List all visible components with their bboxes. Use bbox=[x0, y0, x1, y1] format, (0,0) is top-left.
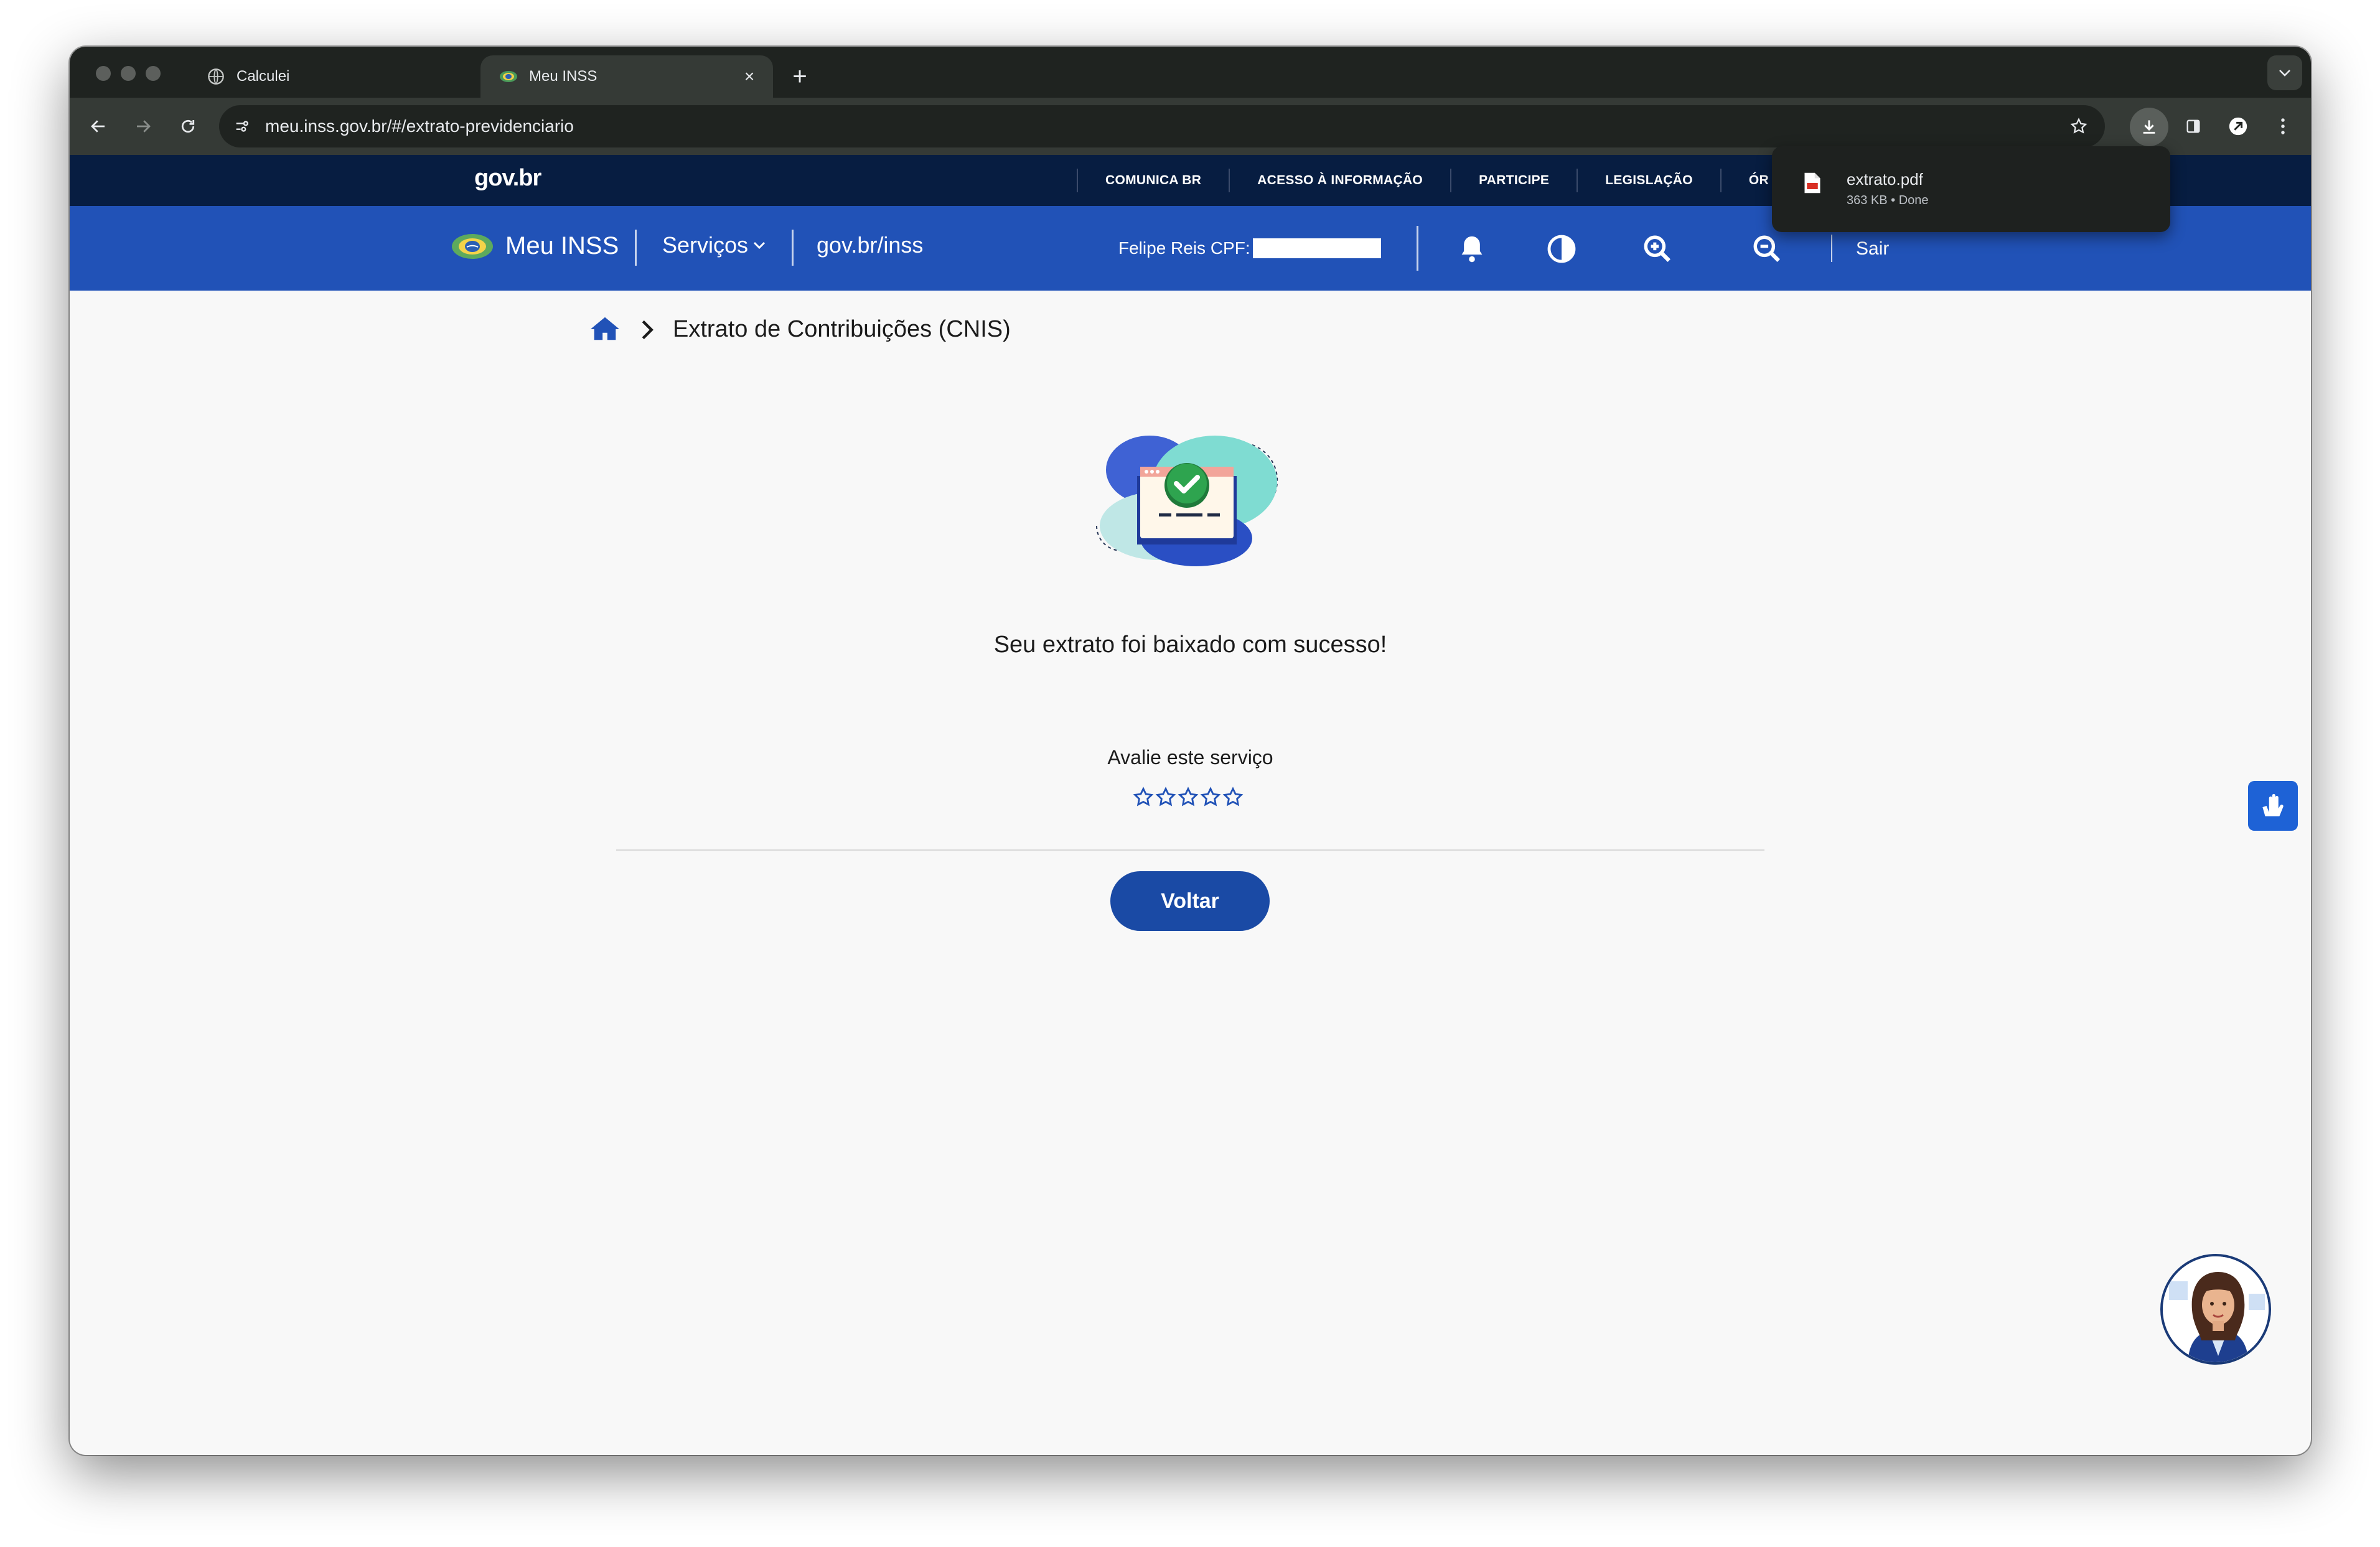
vlibras-button[interactable] bbox=[2248, 781, 2298, 831]
arrow-left-icon bbox=[91, 120, 105, 133]
download-bubble[interactable]: extrato.pdf 363 KB • Done bbox=[1772, 146, 2170, 232]
tab-title: Calculei bbox=[237, 68, 290, 85]
site-settings-icon[interactable] bbox=[228, 112, 256, 141]
tab-title: Meu INSS bbox=[529, 68, 597, 85]
tab-close-icon[interactable]: × bbox=[738, 65, 761, 88]
arrow-right-icon bbox=[137, 120, 151, 133]
servicos-menu[interactable]: Serviços bbox=[662, 232, 767, 258]
star-icon[interactable] bbox=[1155, 786, 1177, 808]
rating-label: Avalie este serviço bbox=[1107, 746, 1273, 769]
tab-search-button[interactable] bbox=[2267, 55, 2302, 90]
window-zoom-control[interactable] bbox=[146, 66, 161, 81]
rating-stars bbox=[1132, 786, 1244, 808]
inss-title[interactable]: Meu INSS bbox=[505, 232, 619, 260]
divider bbox=[1417, 226, 1418, 271]
contrast-button[interactable] bbox=[1540, 227, 1583, 271]
breadcrumb: Extrato de Contribuições (CNIS) bbox=[589, 314, 1011, 345]
sign-language-hands-icon bbox=[2262, 793, 2284, 816]
govbr-logo[interactable]: gov.br bbox=[474, 165, 541, 192]
user-name-cpf-label: Felipe Reis CPF: bbox=[1118, 238, 1250, 258]
bell-icon bbox=[1461, 236, 1483, 263]
window-close-control[interactable] bbox=[96, 66, 111, 81]
zoom-out-button[interactable] bbox=[1745, 227, 1789, 271]
content-divider bbox=[616, 849, 1764, 851]
virtual-assistant-avatar[interactable] bbox=[2160, 1254, 2271, 1365]
contrast-icon bbox=[1547, 235, 1576, 263]
reload-icon bbox=[181, 119, 195, 133]
tab-meu-inss[interactable]: Meu INSS × bbox=[480, 55, 773, 98]
notifications-button[interactable] bbox=[1450, 227, 1494, 271]
browser-menu-button[interactable] bbox=[2265, 109, 2300, 144]
kebab-menu-icon bbox=[2281, 118, 2285, 134]
inss-favicon-icon bbox=[499, 67, 518, 86]
reload-button[interactable] bbox=[171, 109, 205, 144]
zoom-in-button[interactable] bbox=[1636, 227, 1679, 271]
divider bbox=[1831, 235, 1832, 262]
divider bbox=[792, 230, 794, 266]
govbr-links: COMUNICA BR ACESSO À INFORMAÇÃO PARTICIP… bbox=[1077, 155, 1796, 206]
govbr-link-participe[interactable]: PARTICIPE bbox=[1451, 173, 1577, 188]
logout-link[interactable]: Sair bbox=[1856, 238, 1889, 259]
browser-window: Calculei × Meu INSS × + me bbox=[70, 47, 2311, 1455]
govbr-link-acesso-informacao[interactable]: ACESSO À INFORMAÇÃO bbox=[1230, 173, 1450, 188]
profile-button[interactable] bbox=[2221, 109, 2256, 144]
back-voltar-button[interactable]: Voltar bbox=[1110, 871, 1270, 931]
chevron-down-icon bbox=[2279, 70, 2290, 77]
star-icon[interactable] bbox=[1132, 786, 1155, 808]
govbr-link-comunica-br[interactable]: COMUNICA BR bbox=[1078, 173, 1229, 188]
profile-avatar-icon bbox=[2229, 117, 2247, 136]
downloads-button[interactable] bbox=[2130, 108, 2168, 146]
forward-button[interactable] bbox=[126, 109, 161, 144]
new-tab-button[interactable]: + bbox=[782, 59, 817, 94]
star-icon[interactable] bbox=[1199, 786, 1222, 808]
govbr-inss-link[interactable]: gov.br/inss bbox=[817, 232, 923, 258]
star-icon[interactable] bbox=[1222, 786, 1244, 808]
tab-strip: Calculei × Meu INSS × + bbox=[70, 47, 2311, 98]
bookmark-star-icon[interactable] bbox=[2061, 109, 2096, 144]
download-filename: extrato.pdf bbox=[1847, 170, 1923, 189]
divider bbox=[635, 230, 637, 266]
download-status: 363 KB • Done bbox=[1847, 194, 1929, 207]
user-info: Felipe Reis CPF: bbox=[1118, 238, 1381, 258]
star-icon[interactable] bbox=[1177, 786, 1199, 808]
pdf-file-icon bbox=[1803, 171, 1822, 198]
download-icon bbox=[2143, 120, 2155, 134]
cpf-redacted-box bbox=[1252, 238, 1381, 258]
address-bar[interactable]: meu.inss.gov.br/#/extrato-previdenciario bbox=[219, 105, 2105, 147]
servicos-label: Serviços bbox=[662, 232, 749, 258]
chevron-right-icon bbox=[640, 319, 654, 340]
side-panel-icon bbox=[2186, 119, 2200, 133]
side-panel-button[interactable] bbox=[2176, 109, 2211, 144]
success-message: Seu extrato foi baixado com sucesso! bbox=[993, 632, 1387, 658]
govbr-link-legislacao[interactable]: LEGISLAÇÃO bbox=[1578, 173, 1720, 188]
zoom-out-icon bbox=[1753, 235, 1780, 262]
window-minimize-control[interactable] bbox=[121, 66, 136, 81]
back-button[interactable] bbox=[81, 109, 116, 144]
home-icon[interactable] bbox=[589, 314, 621, 345]
breadcrumb-current: Extrato de Contribuições (CNIS) bbox=[673, 316, 1011, 342]
chevron-down-icon bbox=[752, 240, 767, 250]
zoom-in-icon bbox=[1644, 235, 1670, 262]
url-text: meu.inss.gov.br/#/extrato-previdenciario bbox=[265, 116, 574, 136]
download-success-illustration bbox=[1090, 432, 1290, 573]
globe-icon bbox=[207, 67, 225, 86]
inss-logo-icon[interactable] bbox=[451, 231, 494, 265]
